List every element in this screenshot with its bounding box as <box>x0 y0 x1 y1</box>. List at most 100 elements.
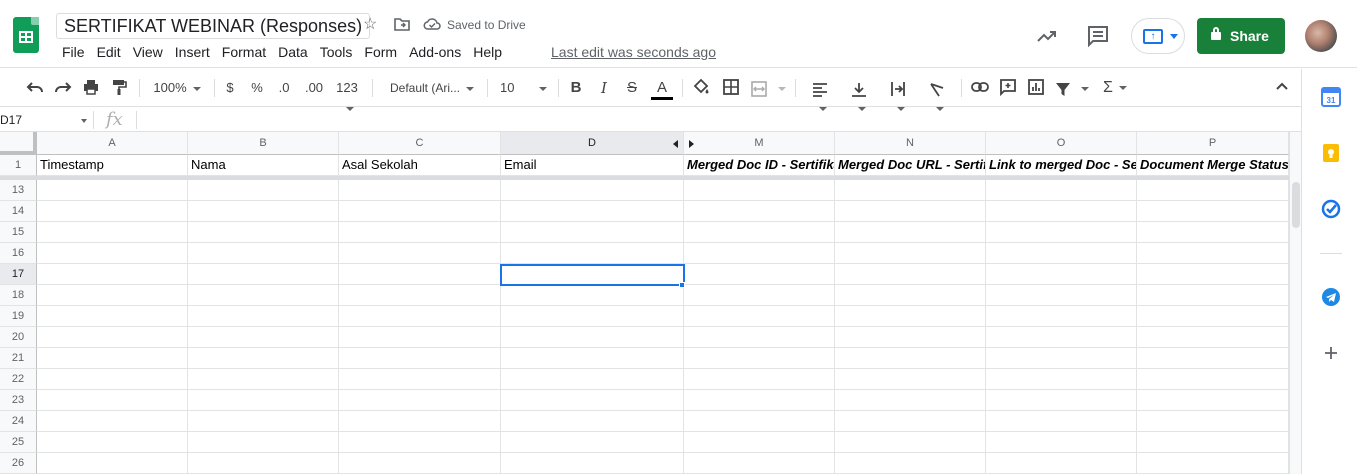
hidden-columns-left-arrow-icon[interactable] <box>673 140 678 148</box>
table-cell[interactable] <box>188 243 339 264</box>
present-button[interactable]: ↑ <box>1131 18 1185 54</box>
table-cell[interactable] <box>835 327 986 348</box>
table-cell[interactable] <box>684 411 835 432</box>
table-cell[interactable] <box>37 390 188 411</box>
table-cell[interactable] <box>1137 453 1289 474</box>
table-cell[interactable] <box>986 306 1137 327</box>
table-cell[interactable] <box>188 348 339 369</box>
table-cell[interactable] <box>684 453 835 474</box>
row-header-16[interactable]: 16 <box>0 243 37 264</box>
text-wrap-icon[interactable] <box>882 78 914 98</box>
table-cell[interactable] <box>37 327 188 348</box>
table-cell[interactable] <box>188 222 339 243</box>
table-cell[interactable] <box>1137 264 1289 285</box>
table-cell[interactable] <box>835 390 986 411</box>
row-header-22[interactable]: 22 <box>0 369 37 390</box>
table-cell[interactable] <box>986 390 1137 411</box>
column-header-o[interactable]: O <box>986 132 1137 155</box>
table-cell[interactable] <box>835 411 986 432</box>
table-cell[interactable] <box>37 432 188 453</box>
table-cell[interactable] <box>37 264 188 285</box>
select-all-corner[interactable] <box>0 132 37 155</box>
menu-insert[interactable]: Insert <box>169 42 216 62</box>
table-cell[interactable] <box>501 285 684 306</box>
table-cell[interactable] <box>339 180 501 201</box>
calendar-icon[interactable]: 31 <box>1321 87 1341 107</box>
row-header-13[interactable]: 13 <box>0 180 37 201</box>
header-cell-merged-doc-url[interactable]: Merged Doc URL - Sertifikat <box>835 155 986 176</box>
table-cell[interactable] <box>835 201 986 222</box>
table-cell[interactable] <box>986 411 1137 432</box>
table-cell[interactable] <box>339 432 501 453</box>
header-cell-link-merged-doc[interactable]: Link to merged Doc - Sertifikat <box>986 155 1137 176</box>
table-cell[interactable] <box>501 348 684 369</box>
table-cell[interactable] <box>835 306 986 327</box>
table-cell[interactable] <box>501 411 684 432</box>
row-header-19[interactable]: 19 <box>0 306 37 327</box>
insert-link-icon[interactable] <box>970 78 990 98</box>
header-cell-email[interactable]: Email <box>501 155 684 176</box>
row-header-14[interactable]: 14 <box>0 201 37 222</box>
table-cell[interactable] <box>501 306 684 327</box>
row-header-1[interactable]: 1 <box>0 155 37 176</box>
menu-edit[interactable]: Edit <box>91 42 127 62</box>
table-cell[interactable] <box>835 264 986 285</box>
table-cell[interactable] <box>339 411 501 432</box>
decrease-decimal-button[interactable]: .0 <box>274 78 294 98</box>
header-cell-nama[interactable]: Nama <box>188 155 339 176</box>
table-cell[interactable] <box>501 390 684 411</box>
table-cell[interactable] <box>339 222 501 243</box>
table-cell[interactable] <box>188 453 339 474</box>
row-header-17[interactable]: 17 <box>0 264 37 285</box>
undo-icon[interactable] <box>25 78 45 98</box>
share-button[interactable]: Share <box>1197 18 1285 54</box>
table-cell[interactable] <box>339 306 501 327</box>
table-cell[interactable] <box>501 201 684 222</box>
more-formats-select[interactable]: 123 <box>330 78 364 98</box>
table-cell[interactable] <box>37 411 188 432</box>
table-cell[interactable] <box>501 453 684 474</box>
table-cell[interactable] <box>501 369 684 390</box>
table-cell[interactable] <box>1137 306 1289 327</box>
explore-trend-icon[interactable] <box>1035 24 1059 48</box>
table-cell[interactable] <box>37 285 188 306</box>
row-header-15[interactable]: 15 <box>0 222 37 243</box>
table-cell[interactable] <box>188 285 339 306</box>
table-cell[interactable] <box>684 285 835 306</box>
column-header-p[interactable]: P <box>1137 132 1289 155</box>
table-cell[interactable] <box>37 243 188 264</box>
table-cell[interactable] <box>986 327 1137 348</box>
bold-button[interactable]: B <box>567 78 585 98</box>
table-cell[interactable] <box>986 180 1137 201</box>
column-header-n[interactable]: N <box>835 132 986 155</box>
table-cell[interactable] <box>835 180 986 201</box>
table-cell[interactable] <box>37 180 188 201</box>
hidden-columns-right-arrow-icon[interactable] <box>689 140 694 148</box>
table-cell[interactable] <box>188 264 339 285</box>
table-cell[interactable] <box>1137 243 1289 264</box>
column-header-d[interactable]: D <box>501 132 684 155</box>
table-cell[interactable] <box>684 306 835 327</box>
paint-format-icon[interactable] <box>109 78 129 98</box>
table-cell[interactable] <box>1137 222 1289 243</box>
table-cell[interactable] <box>986 453 1137 474</box>
print-icon[interactable] <box>81 78 101 98</box>
table-cell[interactable] <box>339 243 501 264</box>
table-cell[interactable] <box>986 201 1137 222</box>
table-cell[interactable] <box>1137 201 1289 222</box>
table-cell[interactable] <box>684 201 835 222</box>
table-cell[interactable] <box>501 222 684 243</box>
header-cell-merge-status[interactable]: Document Merge Status <box>1137 155 1289 176</box>
table-cell[interactable] <box>1137 327 1289 348</box>
row-header-20[interactable]: 20 <box>0 327 37 348</box>
row-header-21[interactable]: 21 <box>0 348 37 369</box>
table-cell[interactable] <box>37 369 188 390</box>
header-cell-timestamp[interactable]: Timestamp <box>37 155 188 176</box>
column-header-a[interactable]: A <box>37 132 188 155</box>
row-header-23[interactable]: 23 <box>0 390 37 411</box>
table-cell[interactable] <box>684 390 835 411</box>
star-icon[interactable]: ☆ <box>363 15 377 35</box>
active-cell-selection[interactable] <box>500 264 685 286</box>
header-cell-asal-sekolah[interactable]: Asal Sekolah <box>339 155 501 176</box>
document-title[interactable]: SERTIFIKAT WEBINAR (Responses) <box>56 13 371 39</box>
